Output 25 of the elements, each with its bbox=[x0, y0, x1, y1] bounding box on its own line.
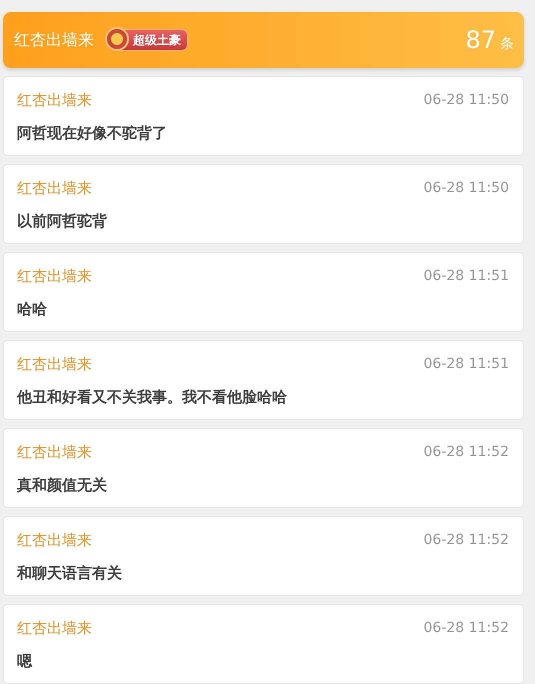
timestamp: 06-28 11:50 bbox=[424, 90, 509, 110]
timestamp: 06-28 11:52 bbox=[424, 530, 509, 550]
author-name: 红杏出墙来 bbox=[17, 354, 92, 375]
message-text: 和聊天语言有关 bbox=[17, 562, 123, 584]
timestamp: 06-28 11:50 bbox=[424, 178, 509, 198]
author-name: 红杏出墙来 bbox=[17, 90, 92, 111]
author-name: 红杏出墙来 bbox=[17, 618, 92, 639]
message-count: 87 bbox=[465, 25, 496, 56]
coin-icon bbox=[105, 27, 129, 51]
timestamp: 06-28 11:52 bbox=[424, 618, 509, 638]
message-text: 嗯 bbox=[17, 650, 34, 672]
author-name: 红杏出墙来 bbox=[17, 178, 92, 199]
message-text: 他丑和好看又不关我事。我不看他脸哈哈 bbox=[17, 386, 288, 408]
timestamp: 06-28 11:51 bbox=[424, 354, 509, 374]
author-name: 红杏出墙来 bbox=[17, 266, 92, 287]
username: 红杏出墙来 bbox=[14, 29, 94, 51]
count-unit: 条 bbox=[500, 35, 514, 54]
message-text: 以前阿哲驼背 bbox=[17, 210, 108, 232]
timestamp: 06-28 11:52 bbox=[424, 442, 509, 462]
message-text: 哈哈 bbox=[17, 298, 48, 320]
timestamp: 06-28 11:51 bbox=[424, 266, 509, 286]
author-name: 红杏出墙来 bbox=[17, 442, 92, 463]
message-text: 真和颜值无关 bbox=[17, 474, 108, 496]
author-name: 红杏出墙来 bbox=[17, 530, 92, 551]
message-text: 阿哲现在好像不驼背了 bbox=[17, 122, 168, 144]
